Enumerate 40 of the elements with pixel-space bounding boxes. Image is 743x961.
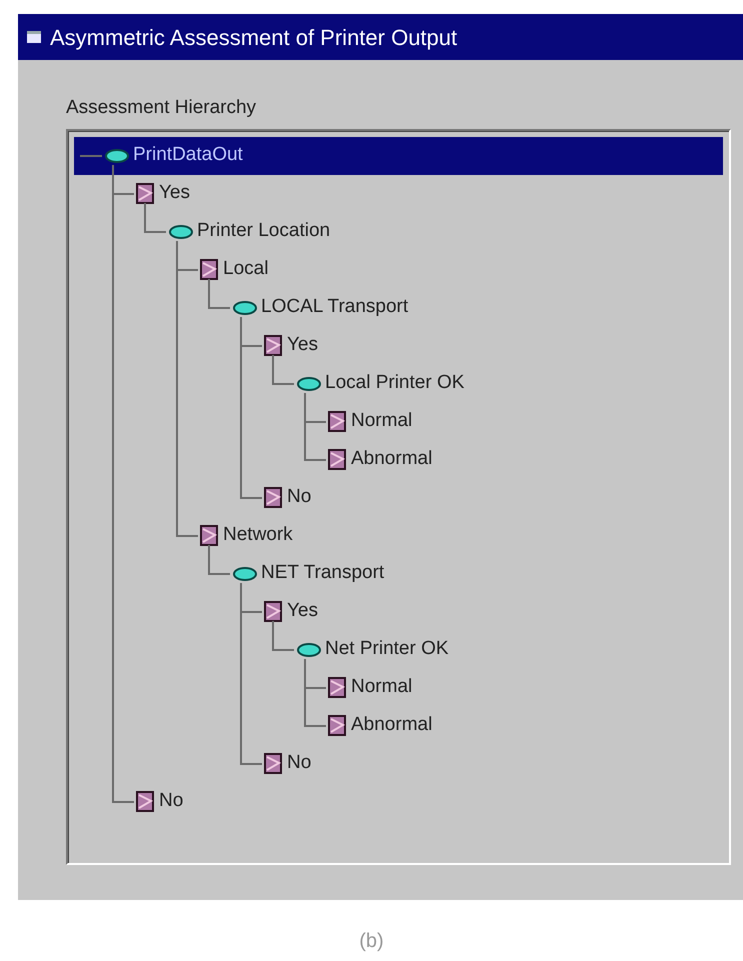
tree-item[interactable]: NET Transport — [232, 554, 723, 592]
state-icon — [200, 258, 220, 280]
state-icon — [264, 600, 284, 622]
tree-item[interactable]: No — [264, 744, 723, 782]
state-icon — [136, 790, 156, 812]
ellipse-icon — [296, 642, 322, 656]
state-icon — [200, 524, 220, 546]
ellipse-icon — [232, 300, 258, 314]
state-icon — [328, 410, 348, 432]
tree-item[interactable]: Network — [200, 516, 723, 554]
tree-item[interactable]: Net Printer OK — [296, 630, 723, 668]
tree-item[interactable]: Yes — [136, 174, 723, 212]
tree-item[interactable]: Normal — [328, 402, 723, 440]
tree-item[interactable]: Abnormal — [328, 706, 723, 744]
tree-item[interactable]: No — [264, 478, 723, 516]
ellipse-icon — [104, 148, 130, 162]
tree-item[interactable]: Abnormal — [328, 440, 723, 478]
state-icon — [328, 448, 348, 470]
tree-item[interactable]: Yes — [264, 326, 723, 364]
tree-item[interactable]: PrintDataOut — [74, 136, 723, 174]
app-icon — [26, 29, 42, 45]
figure-caption: (b) — [358, 929, 385, 954]
window-title: Asymmetric Assessment of Printer Output — [50, 24, 458, 52]
state-icon — [264, 752, 284, 774]
ellipse-icon — [232, 566, 258, 580]
state-icon — [264, 486, 284, 508]
tree-item[interactable]: LOCAL Transport — [232, 288, 723, 326]
ellipse-icon — [168, 224, 194, 238]
state-icon — [328, 714, 348, 736]
tree-item[interactable]: Local Printer OK — [296, 364, 723, 402]
state-icon — [328, 676, 348, 698]
group-label: Assessment Hierarchy — [66, 96, 258, 120]
tree-item[interactable]: Local — [200, 250, 723, 288]
state-icon — [136, 182, 156, 204]
state-icon — [264, 334, 284, 356]
tree-item[interactable]: Yes — [264, 592, 723, 630]
ellipse-icon — [296, 376, 322, 390]
tree-item[interactable]: No — [136, 782, 723, 820]
tree-item[interactable]: Normal — [328, 668, 723, 706]
tree-item[interactable]: Printer Location — [168, 212, 723, 250]
